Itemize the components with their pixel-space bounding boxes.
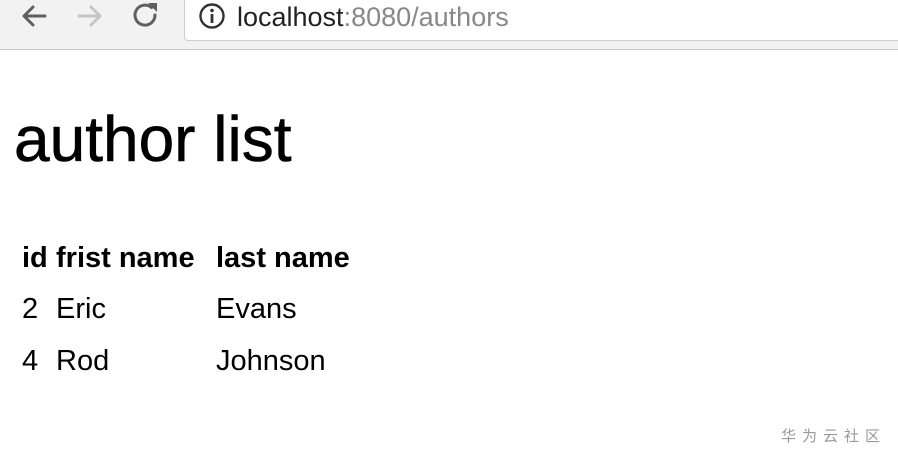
column-header-id: id: [22, 241, 48, 274]
authors-table: id frist name last name 2 Eric Evans 4 R…: [18, 233, 370, 387]
url-text[interactable]: localhost:8080/authors: [237, 2, 509, 32]
url-host: localhost: [237, 2, 344, 32]
back-arrow-icon: [18, 0, 50, 32]
table-row: 4 Rod Johnson: [22, 335, 366, 387]
cell-first-name: Eric: [56, 292, 106, 325]
table-row: 2 Eric Evans: [22, 283, 366, 335]
table-header-row: id frist name last name: [22, 233, 366, 283]
column-header-first-name: frist name: [56, 241, 195, 274]
forward-arrow-icon: [74, 0, 106, 32]
reload-icon: [130, 0, 162, 32]
page-title: author list: [14, 103, 292, 176]
cell-id: 4: [22, 344, 39, 377]
cell-last-name: Johnson: [216, 344, 326, 377]
forward-button[interactable]: [72, 0, 108, 32]
cell-id: 2: [22, 292, 39, 325]
watermark: 华为云社区: [780, 427, 886, 445]
url-path: :8080/authors: [343, 2, 509, 32]
browser-toolbar: localhost:8080/authors: [0, 0, 898, 50]
cell-last-name: Evans: [216, 292, 297, 325]
cell-first-name: Rod: [56, 344, 110, 377]
back-button[interactable]: [16, 0, 52, 32]
info-icon[interactable]: [198, 2, 226, 30]
column-header-last-name: last name: [216, 241, 350, 274]
reload-button[interactable]: [128, 0, 164, 32]
address-bar[interactable]: localhost:8080/authors: [184, 0, 898, 41]
